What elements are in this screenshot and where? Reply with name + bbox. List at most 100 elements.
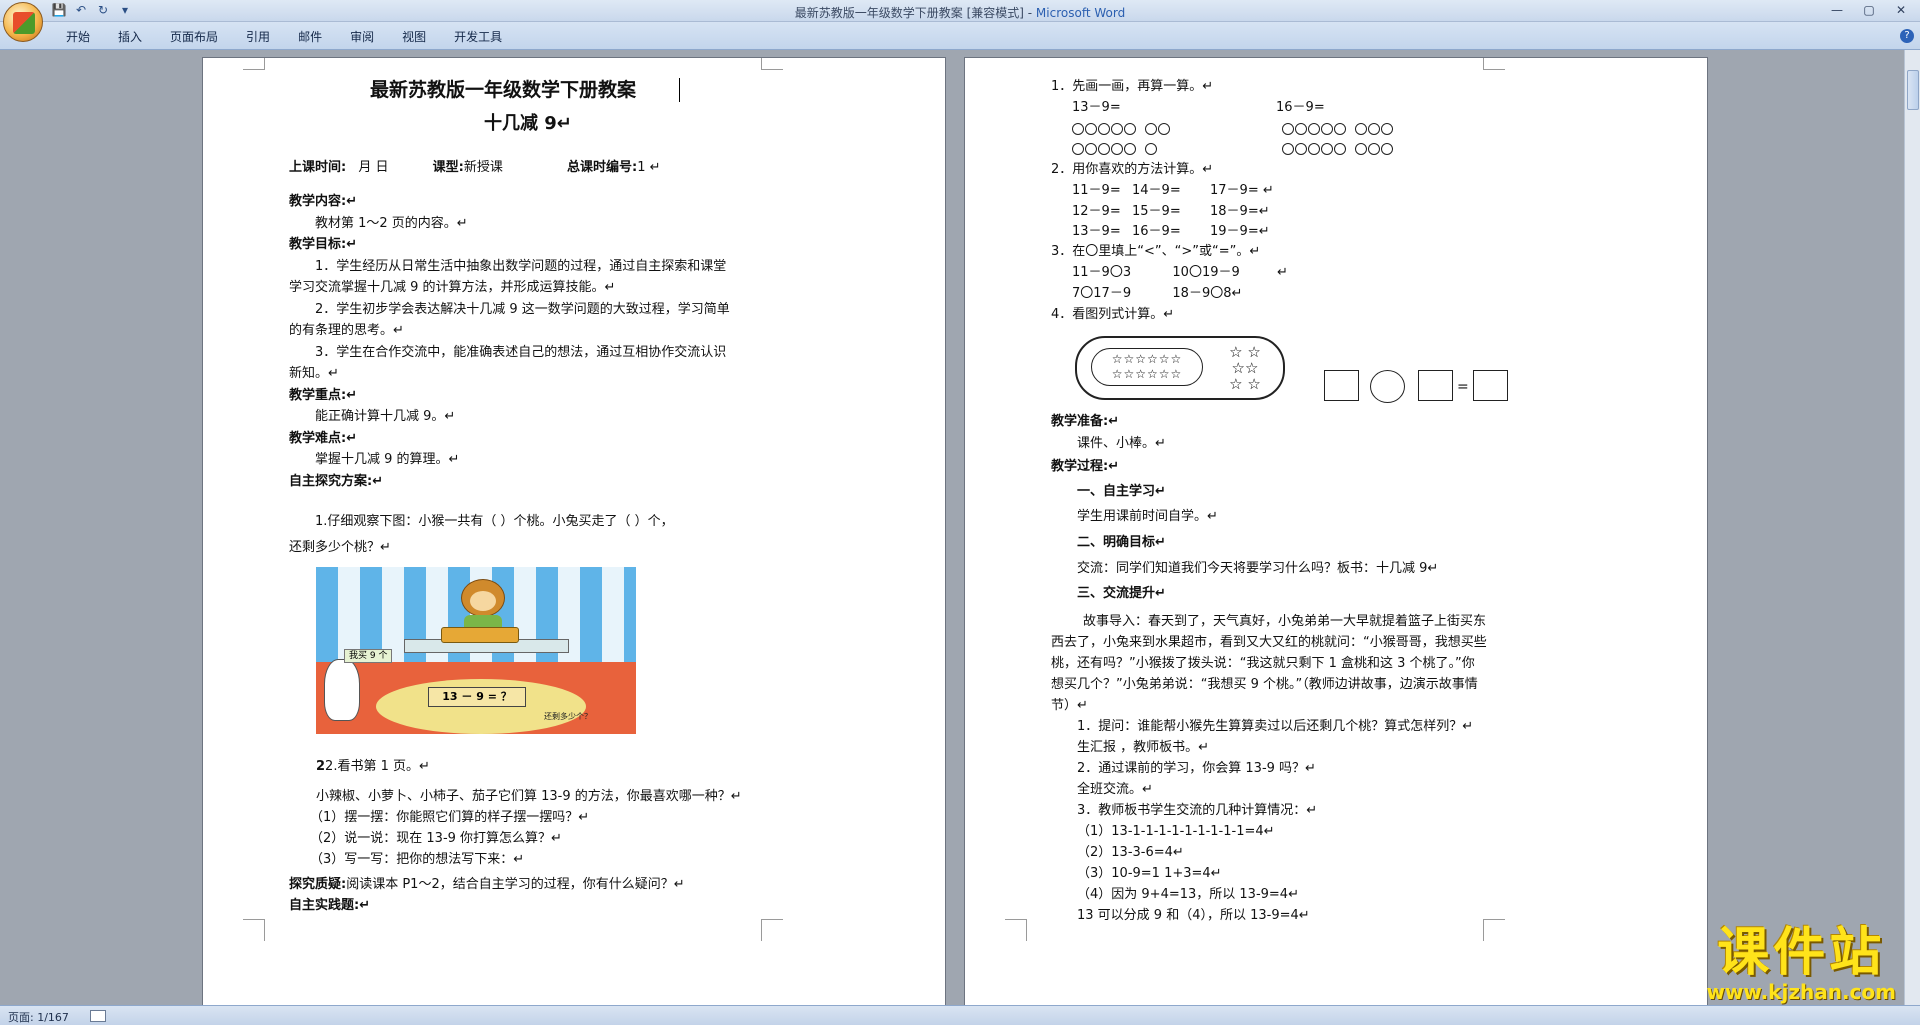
body-line: 教学目标:↵ <box>289 237 358 252</box>
body-line: 1．学生经历从日常生活中抽象出数学问题的过程，通过自主探索和课堂 <box>315 258 727 274</box>
step-line: 3．教师板书学生交流的几种计算情况：↵ <box>1077 803 1318 818</box>
calc-cell: 17－9= ↵ <box>1210 183 1274 198</box>
calc-cell: 14－9= <box>1132 183 1181 198</box>
p2-question-4: 4．看图列式计算。↵ <box>1051 307 1175 322</box>
equals-sign: = <box>1457 379 1469 395</box>
help-icon[interactable]: ? <box>1900 29 1914 43</box>
body-line: 能正确计算十几减 9。↵ <box>315 409 456 424</box>
question-2-line: 小辣椒、小萝卜、小柿子、茄子它们算 13-9 的方法，你最喜欢哪一种？↵ <box>316 789 742 804</box>
lesson-number-label: 总课时编号: <box>566 160 638 175</box>
section-2-text: 交流：同学们知道我们今天将要学习什么吗？板书：十几减 9↵ <box>1077 561 1439 576</box>
buy-label-text: 我买 9 个 <box>349 651 388 661</box>
page-count[interactable]: 页面: 1/167 <box>8 1009 69 1025</box>
ribbon-tab-bar: 开始 插入 页面布局 引用 邮件 审阅 视图 开发工具 ? <box>0 22 1920 50</box>
tab-mailings[interactable]: 邮件 <box>284 28 336 45</box>
calc-cell: 19－9=↵ <box>1210 224 1270 239</box>
margin-corner <box>1483 919 1505 941</box>
step-line: （4）因为 9+4=13，所以 13-9=4↵ <box>1077 887 1299 902</box>
tab-insert[interactable]: 插入 <box>104 28 156 45</box>
buy-label: 我买 9 个 <box>344 649 393 663</box>
remaining-label: 还剩多少个？ <box>544 712 604 722</box>
maximize-button[interactable]: ▢ <box>1854 1 1884 19</box>
question-2-line: （1）摆一摆：你能照它们算的样子摆一摆吗？↵ <box>310 810 590 825</box>
document-page-2[interactable]: 1．先画一画，再算一算。↵ 13－9= 16－9= 2．用你喜欢的方法计算。↵ … <box>964 57 1708 1005</box>
calc-cell: 11－9= <box>1072 183 1121 198</box>
circled-stars: ☆☆☆☆☆☆ ☆☆☆☆☆☆ <box>1091 348 1203 386</box>
body-line: 的有条理的思考。↵ <box>289 323 404 338</box>
close-button[interactable]: ✕ <box>1886 1 1916 19</box>
body-line: 掌握十几减 9 的算理。↵ <box>315 452 460 467</box>
office-button[interactable] <box>3 2 43 42</box>
p2-eq-16-9: 16－9= <box>1276 100 1325 115</box>
margin-corner <box>761 58 783 70</box>
tab-view[interactable]: 视图 <box>388 28 440 45</box>
step-line: 全班交流。↵ <box>1077 782 1153 797</box>
minimize-button[interactable]: — <box>1822 1 1852 19</box>
status-bar: 页面: 1/167 <box>0 1005 1920 1025</box>
p2-question-3: 3．在〇里填上“<”、“>”或“=”。↵ <box>1051 244 1261 259</box>
remaining-label-text: 还剩多少个？ <box>544 712 592 721</box>
equation-sign-text: 13 － 9 = ？ <box>442 690 512 703</box>
body-line: 学习交流掌握十几减 9 的计算方法，并形成运算技能。↵ <box>289 280 616 295</box>
step-line: 2．通过课前的学习，你会算 13-9 吗？↵ <box>1077 761 1316 776</box>
tab-review[interactable]: 审阅 <box>336 28 388 45</box>
meta-row: 上课时间: 月 日 课型:新授课 总课时编号:1 ↵ <box>289 159 660 177</box>
process-label: 教学过程:↵ <box>1051 459 1120 474</box>
inquiry-row: 探究质疑:阅读课本 P1～2，结合自主学习的过程，你有什么疑问？↵ <box>289 876 685 894</box>
p2-question-1: 1．先画一画，再算一算。↵ <box>1051 79 1214 94</box>
tab-page-layout[interactable]: 页面布局 <box>156 28 232 45</box>
step-line: 生汇报 ，教师板书。↵ <box>1077 740 1210 755</box>
story-line: 西去了，小兔来到水果超市，看到又大又红的桃就问：“小猴哥哥，我想买些 <box>1051 635 1487 650</box>
body-line: 3．学生在合作交流中，能准确表述自己的想法，通过互相协作交流认识 <box>315 344 727 360</box>
site-watermark: 课件站 www.kjzhan.com <box>1706 922 1896 1004</box>
calc-cell: 15－9= <box>1132 203 1181 219</box>
margin-corner <box>1483 58 1505 70</box>
office-logo-icon <box>13 12 35 34</box>
lesson-number-value: 1 ↵ <box>637 160 661 175</box>
watermark-url: www.kjzhan.com <box>1706 980 1896 1004</box>
question-1-line-b: 还剩多少个桃？↵ <box>289 540 391 555</box>
calc-cell: 16－9= <box>1132 224 1181 239</box>
answer-box-3[interactable] <box>1473 370 1508 401</box>
calc-cell: 13－9= <box>1072 224 1121 239</box>
tab-home[interactable]: 开始 <box>52 28 104 45</box>
answer-box-2[interactable] <box>1418 370 1453 401</box>
question-2-line: （3）写一写：把你的想法写下来：↵ <box>310 852 525 867</box>
story-line: 桃，还有吗？”小猴拨了拨头说：“我这就只剩下 1 盒桃和这 3 个桃了。”你 <box>1051 656 1475 671</box>
calc-cell: 12－9= <box>1072 203 1121 219</box>
watermark-text: 课件站 <box>1717 922 1886 983</box>
circles-13-row2 <box>1072 140 1158 158</box>
body-line: 自主探究方案:↵ <box>289 473 384 489</box>
compare-row-1: 11－9〇3 10〇19－9 ↵ <box>1072 265 1288 280</box>
vertical-scrollbar[interactable] <box>1904 50 1920 1005</box>
inquiry-label: 探究质疑: <box>289 877 347 892</box>
proofing-icon[interactable] <box>90 1010 106 1022</box>
answer-box-1[interactable] <box>1324 370 1359 401</box>
class-time-label: 上课时间: <box>289 160 347 175</box>
step-line: （3）10-9=1 1+3=4↵ <box>1077 866 1222 881</box>
step-line: 1．提问：谁能帮小猴先生算算卖过以后还剩几个桃？算式怎样列？↵ <box>1077 719 1474 734</box>
operator-circle[interactable] <box>1370 370 1405 403</box>
circles-13-row1 <box>1072 120 1171 138</box>
tab-references[interactable]: 引用 <box>232 28 284 45</box>
document-page-1[interactable]: 最新苏教版一年级数学下册教案 十几减 9↵ 上课时间: 月 日 课型:新授课 总… <box>202 57 946 1005</box>
body-line: 教学难点:↵ <box>289 430 358 446</box>
extra-stars: ☆ ☆ ☆☆ ☆ ☆ <box>1229 343 1261 393</box>
story-line: 节）↵ <box>1051 698 1088 713</box>
step-line: 13 可以分成 9 和（4），所以 13-9=4↵ <box>1077 908 1310 923</box>
story-line: 故事导入：春天到了，天气真好，小兔弟弟一大早就提着篮子上街买东 <box>1083 614 1487 629</box>
class-time-value: 月 日 <box>358 160 389 175</box>
circles-16-row2 <box>1282 140 1394 158</box>
monkey-face <box>470 591 496 611</box>
practice-label: 自主实践题:↵ <box>289 898 371 913</box>
window-title: 最新苏教版一年级数学下册教案 [兼容模式] - Microsoft Word <box>0 4 1920 21</box>
peach-tray <box>441 627 519 643</box>
margin-corner <box>1005 919 1027 941</box>
title-bar: 💾 ↶ ↻ ▾ 最新苏教版一年级数学下册教案 [兼容模式] - Microsof… <box>0 0 1920 22</box>
tab-developer[interactable]: 开发工具 <box>440 28 516 45</box>
circles-16-row1 <box>1282 120 1394 138</box>
question-1-line-a: 1.仔细观察下图：小猴一共有（ ）个桃。小兔买走了（ ）个， <box>315 514 674 529</box>
question-2-line: （2）说一说：现在 13-9 你打算怎么算？↵ <box>310 831 562 846</box>
lesson-title: 十几减 9↵ <box>484 113 572 134</box>
scroll-thumb[interactable] <box>1907 70 1919 110</box>
